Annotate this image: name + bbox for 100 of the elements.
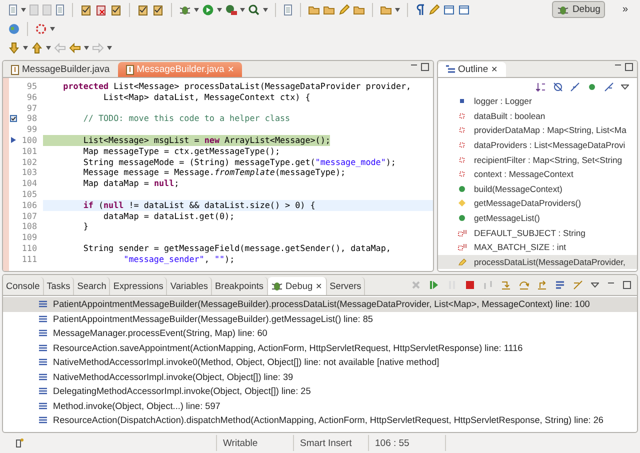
globe-icon[interactable]	[8, 22, 20, 34]
outline-item[interactable]: build(MessageContext)	[438, 182, 637, 196]
outline-item[interactable]: context : MessageContext	[438, 166, 637, 182]
view-tab[interactable]: Search	[74, 277, 110, 295]
window-icon[interactable]	[443, 4, 455, 16]
view-menu-icon[interactable]	[621, 82, 629, 92]
code-text: List<Message> msgList = new ArrayList<Message>();	[43, 134, 330, 146]
tab-title: Breakpoints	[215, 281, 264, 291]
bug-icon[interactable]	[179, 4, 191, 16]
caret-icon[interactable]	[84, 46, 89, 50]
perspective-button[interactable]: Debug	[552, 1, 606, 18]
caret-icon[interactable]	[263, 8, 268, 12]
task-icon[interactable]	[137, 4, 149, 16]
caret-icon[interactable]	[194, 8, 199, 12]
close-icon[interactable]: ✕	[491, 65, 498, 74]
document-icon[interactable]	[283, 4, 293, 16]
bug-icon[interactable]	[557, 4, 570, 16]
constant-icon	[458, 243, 468, 252]
pencil-icon[interactable]	[338, 4, 350, 16]
outline-item[interactable]: getMessageList()	[438, 210, 637, 226]
run-icon[interactable]	[202, 4, 214, 16]
stop-icon[interactable]	[465, 280, 475, 290]
stack-frame[interactable]: PatientAppointmentMessageBuilder(MessageBuilder).processDataList(MessageDataProvider, List<Map>, MessageContext) line: 100	[3, 297, 637, 312]
code-text: Message message = Message.fromTemplate(messageType);	[82, 167, 346, 178]
outline-item[interactable]: logger : Logger	[438, 94, 637, 109]
stack-frame[interactable]: ResourceAction(DispatchAction).dispatchMethod(ActionMapping, ActionForm, HttpServletRequest, HttpServletResponse, String) line: 26	[3, 413, 637, 428]
maximize-icon[interactable]	[623, 281, 631, 289]
bug-icon[interactable]	[270, 280, 283, 292]
java-file-icon	[126, 64, 134, 74]
down-arrow-icon[interactable]	[8, 42, 20, 54]
view-tab[interactable]: Console	[3, 277, 44, 295]
resume-icon[interactable]	[429, 280, 439, 290]
caret-icon[interactable]	[217, 8, 222, 12]
caret-icon[interactable]	[46, 46, 51, 50]
view-tab[interactable]: Tasks	[44, 277, 74, 295]
outline-item[interactable]: MAX_BATCH_SIZE : int	[438, 240, 637, 255]
document-icon[interactable]	[55, 4, 65, 16]
outline-item[interactable]: dataBuilt : boolean	[438, 108, 637, 124]
stack-frame[interactable]: NativeMethodAccessorImpl.invoke(Object, Object[]) line: 39	[3, 370, 637, 384]
window-icon[interactable]	[458, 4, 470, 16]
external-tool-icon[interactable]	[225, 4, 237, 16]
step-return-icon[interactable]	[537, 280, 547, 290]
task-delete-icon[interactable]	[95, 4, 107, 16]
frame-label: DelegatingMethodAccessorImpl.invoke(Object, Object[]) line: 25	[53, 386, 311, 396]
step-over-icon[interactable]	[519, 280, 529, 290]
code-text: Map messageType = ctx.getMessageType();	[82, 146, 280, 157]
more-chevron[interactable]: »	[622, 4, 628, 15]
back-arrow-icon[interactable]	[69, 42, 81, 54]
editor-tab[interactable]: MessageBuilder.java	[3, 62, 118, 77]
outline-tab[interactable]: Outline ✕	[438, 62, 506, 77]
outline-item[interactable]: recipientFilter : Map<String, Set<String	[438, 152, 637, 167]
maximize-icon[interactable]	[421, 63, 429, 71]
view-tab[interactable]: Variables	[167, 277, 212, 295]
diamond-icon	[458, 199, 468, 208]
folder-icon[interactable]	[380, 4, 392, 16]
caret-icon[interactable]	[107, 46, 112, 50]
outline-label: recipientFilter : Map<String, Set<String	[474, 154, 622, 165]
pencil-icon[interactable]	[428, 4, 440, 16]
outline-item[interactable]: dataProviders : List<MessageDataProvi	[438, 138, 637, 152]
folder-icon[interactable]	[353, 4, 365, 16]
up-arrow-icon[interactable]	[31, 42, 43, 54]
caret-icon[interactable]	[395, 8, 400, 12]
outline-item[interactable]: providerDataMap : Map<String, List<Ma	[438, 123, 637, 138]
sort-icon[interactable]	[536, 82, 546, 92]
task-icon[interactable]	[110, 4, 122, 16]
document-icon[interactable]	[8, 4, 18, 16]
outline-item[interactable]: getMessageDataProviders()	[438, 196, 637, 211]
stack-frame[interactable]: MessageManager.processEvent(String, Map) line: 60	[3, 326, 637, 340]
view-tab[interactable]: Debug ✕	[268, 277, 327, 295]
view-tab[interactable]: Servers	[326, 277, 366, 295]
caret-icon[interactable]	[240, 8, 245, 12]
hide-fields-icon[interactable]	[553, 82, 563, 92]
folder-icon[interactable]	[323, 4, 335, 16]
line-number: 110	[20, 242, 38, 254]
java-file-icon	[11, 64, 19, 74]
view-tab[interactable]: Expressions	[110, 277, 168, 295]
circle-icon[interactable]	[35, 22, 47, 34]
caret-icon[interactable]	[21, 8, 26, 12]
view-menu-icon[interactable]	[591, 280, 599, 290]
stack-frame[interactable]: NativeMethodAccessorImpl.invoke0(Method, Object, Object[]) line: not available [native method]	[3, 355, 637, 370]
task-icon[interactable]	[80, 4, 92, 16]
close-icon[interactable]: ✕	[316, 282, 323, 290]
maximize-icon[interactable]	[625, 63, 633, 71]
stack-frame[interactable]: Method.invoke(Object, Object...) line: 597	[3, 398, 637, 413]
caret-icon[interactable]	[50, 26, 55, 30]
search-icon[interactable]	[248, 4, 260, 16]
pilcrow-icon[interactable]	[415, 4, 425, 16]
stack-frame-icon	[39, 416, 47, 424]
code-text: if (null != dataList && dataList.size() > 0) {	[43, 200, 433, 211]
caret-icon[interactable]	[23, 46, 28, 50]
stack-frame[interactable]: ResourceAction.saveAppointment(ActionMapping, ActionForm, HttpServletRequest, HttpServletResponse) line: 1116	[3, 340, 637, 355]
outline-item[interactable]: DEFAULT_SUBJECT : String	[438, 225, 637, 240]
outline-item[interactable]: processDataList(MessageDataProvider,	[438, 254, 637, 270]
stack-frame[interactable]: DelegatingMethodAccessorImpl.invoke(Object, Object[]) line: 25	[3, 384, 637, 398]
folder-icon[interactable]	[308, 4, 320, 16]
step-into-icon[interactable]	[501, 280, 511, 290]
frame-label: PatientAppointmentMessageBuilder(MessageBuilder).getMessageList() line: 85	[53, 314, 373, 324]
task-icon[interactable]	[152, 4, 164, 16]
dot-icon[interactable]	[587, 82, 597, 92]
stack-frame[interactable]: PatientAppointmentMessageBuilder(MessageBuilder).getMessageList() line: 85	[3, 312, 637, 326]
